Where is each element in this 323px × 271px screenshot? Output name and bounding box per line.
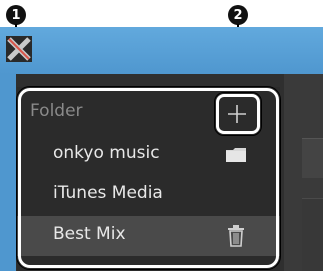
right-pane-section bbox=[302, 198, 323, 271]
right-pane-tab[interactable] bbox=[302, 138, 323, 178]
callout-marker-2: 2 bbox=[228, 5, 248, 25]
callout-marker-1: 1 bbox=[6, 5, 26, 25]
title-bar bbox=[0, 27, 323, 74]
highlight-frame-2 bbox=[216, 94, 260, 134]
app-logo-icon bbox=[6, 36, 32, 62]
left-edge-strip bbox=[0, 74, 16, 271]
